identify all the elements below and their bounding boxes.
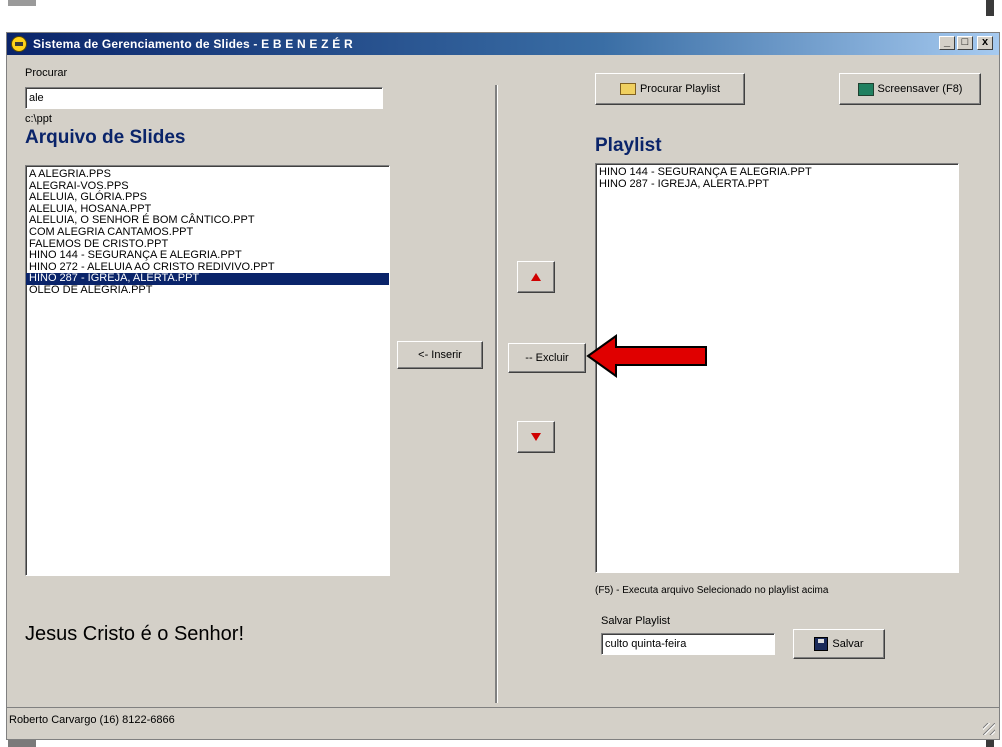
files-heading: Arquivo de Slides <box>25 127 186 148</box>
list-item[interactable]: COM ALEGRIA CANTAMOS.PPT <box>26 226 389 239</box>
close-button[interactable]: x <box>977 36 993 50</box>
screen-edge-mark <box>8 0 36 6</box>
screen-edge-mark <box>986 0 994 16</box>
remove-button-label: -- Excluir <box>525 352 569 364</box>
status-bar: Roberto Carvargo (16) 8122-6866 <box>7 707 999 731</box>
title-bar[interactable]: Sistema de Gerenciamento de Slides - E B… <box>7 33 999 55</box>
list-item[interactable]: HINO 144 - SEGURANÇA E ALEGRIA.PPT <box>26 250 389 262</box>
save-button[interactable]: Salvar <box>793 629 885 659</box>
playlist-hint: (F5) - Executa arquivo Selecionado no pl… <box>595 585 829 596</box>
insert-button-label: <- Inserir <box>418 349 462 361</box>
screensaver-label: Screensaver (F8) <box>877 83 963 95</box>
arrow-up-icon <box>531 273 541 281</box>
folder-icon <box>619 83 636 95</box>
status-text: Roberto Carvargo (16) 8122-6866 <box>9 714 175 726</box>
search-label: Procurar <box>25 67 68 79</box>
window-title: Sistema de Gerenciamento de Slides - E B… <box>33 37 353 51</box>
move-up-button[interactable] <box>517 261 555 293</box>
remove-button[interactable]: -- Excluir <box>508 343 586 373</box>
monitor-icon <box>857 82 874 96</box>
search-input[interactable] <box>25 87 383 109</box>
playlist-name-input[interactable] <box>601 633 775 655</box>
arrow-down-icon <box>531 433 541 441</box>
files-list[interactable]: A ALEGRIA.PPS ALEGRAI-VOS.PPS ALELUIA, G… <box>25 165 390 576</box>
save-playlist-label: Salvar Playlist <box>601 615 671 627</box>
floppy-disk-icon <box>814 637 829 651</box>
resize-grip-icon[interactable] <box>983 723 995 735</box>
screen-top-strip <box>0 0 1002 30</box>
red-arrow-icon <box>586 334 707 378</box>
list-item[interactable]: OLEO DE ALEGRIA.PPT <box>26 284 389 297</box>
motto-text: Jesus Cristo é o Senhor! <box>25 623 244 645</box>
main-window: Sistema de Gerenciamento de Slides - E B… <box>6 32 1000 740</box>
column-divider <box>495 85 498 703</box>
screen-edge-mark <box>8 740 36 747</box>
move-down-button[interactable] <box>517 421 555 453</box>
list-item[interactable]: HINO 287 - IGREJA, ALERTA.PPT <box>596 178 958 191</box>
list-item[interactable]: HINO 144 - SEGURANÇA E ALEGRIA.PPT <box>596 166 958 179</box>
path-label: c:\ppt <box>25 113 52 125</box>
insert-button[interactable]: <- Inserir <box>397 341 483 369</box>
screen-bottom-strip <box>0 740 1002 747</box>
screen-edge-mark <box>986 740 994 747</box>
screensaver-button[interactable]: Screensaver (F8) <box>839 73 981 105</box>
maximize-button[interactable]: □ <box>957 36 973 50</box>
playlist-heading: Playlist <box>595 135 662 156</box>
open-playlist-label: Procurar Playlist <box>639 83 721 95</box>
minimize-button[interactable]: _ <box>939 36 955 50</box>
open-playlist-button[interactable]: Procurar Playlist <box>595 73 745 105</box>
app-icon[interactable] <box>11 36 27 52</box>
list-item[interactable]: A ALEGRIA.PPS <box>26 168 389 181</box>
save-button-label: Salvar <box>832 638 864 650</box>
